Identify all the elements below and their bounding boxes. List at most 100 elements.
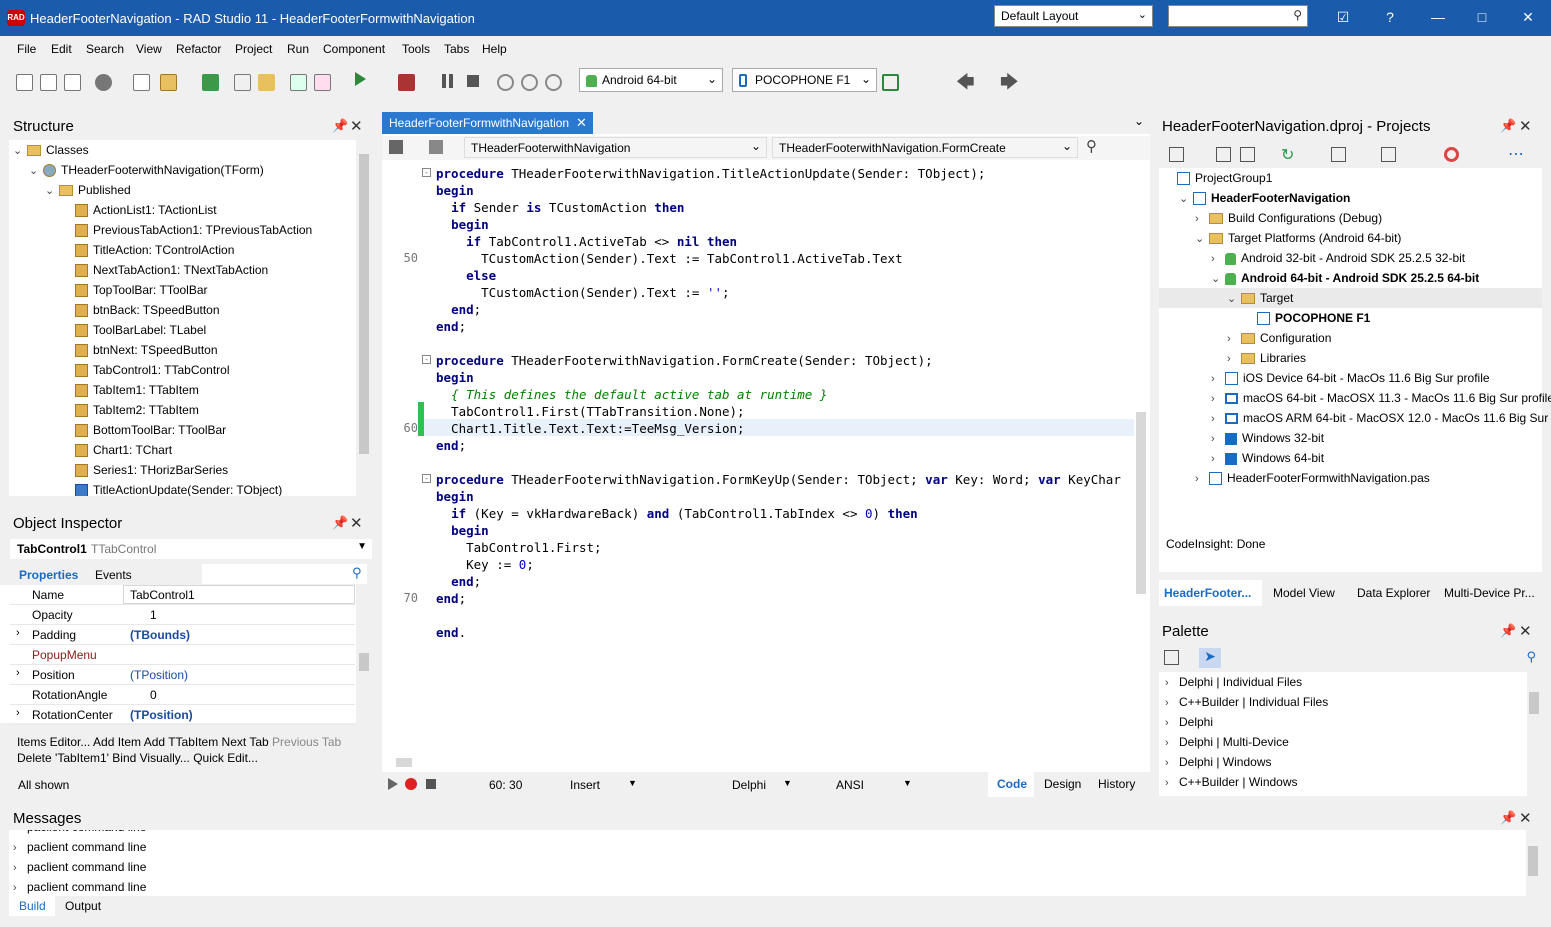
- categories-icon[interactable]: [1164, 650, 1179, 665]
- code-line[interactable]: procedure THeaderFooterwithNavigation.Ti…: [436, 165, 985, 182]
- scrollbar[interactable]: [356, 140, 372, 496]
- property-value[interactable]: (TPosition): [130, 708, 193, 722]
- code-line[interactable]: begin: [436, 216, 489, 233]
- project-tree-item[interactable]: › iOS Device 64-bit - MacOs 11.6 Big Sur …: [1211, 368, 1490, 388]
- pointer-icon[interactable]: ➤: [1199, 648, 1221, 668]
- menu-tabs[interactable]: Tabs: [444, 42, 469, 56]
- chevron-right-icon[interactable]: ›: [1211, 249, 1225, 269]
- code-line[interactable]: TabControl1.First;: [436, 539, 601, 556]
- scrollbar-thumb[interactable]: [1136, 412, 1146, 594]
- stop-macro-icon[interactable]: [426, 779, 436, 789]
- refresh-icon[interactable]: ↻: [1281, 145, 1294, 165]
- menu-file[interactable]: File: [17, 42, 36, 56]
- chevron-right-icon[interactable]: ›: [1227, 329, 1241, 349]
- scrollbar-thumb[interactable]: [359, 154, 369, 454]
- project-tree-item[interactable]: › Windows 32-bit: [1211, 428, 1324, 448]
- message-row[interactable]: ›paclient command line: [13, 830, 146, 837]
- fold-icon[interactable]: -: [422, 355, 431, 364]
- new-items-icon[interactable]: [16, 74, 33, 91]
- save-all-icon[interactable]: [234, 74, 251, 91]
- minimize-button[interactable]: —: [1428, 8, 1448, 28]
- run-until-return-icon[interactable]: [545, 74, 562, 91]
- property-row[interactable]: Name TabControl1: [10, 585, 355, 605]
- pin-icon[interactable]: 📌: [1500, 623, 1516, 639]
- chevron-down-icon[interactable]: ⌄: [1195, 229, 1209, 249]
- tree-item[interactable]: TopToolBar: TToolBar: [61, 280, 208, 300]
- editor-vscrollbar[interactable]: [1134, 164, 1148, 754]
- chevron-right-icon[interactable]: ›: [1165, 773, 1179, 793]
- project-tree-item[interactable]: POCOPHONE F1: [1243, 308, 1370, 328]
- code-line[interactable]: TCustomAction(Sender).Text := '';: [436, 284, 729, 301]
- tree-item[interactable]: Series1: THorizBarSeries: [61, 460, 228, 480]
- menu-component[interactable]: Component: [323, 42, 385, 56]
- chevron-down-icon[interactable]: ⌄: [45, 181, 59, 201]
- tab-headerfooter[interactable]: HeaderFooter...: [1159, 580, 1262, 606]
- tree-item[interactable]: TitleAction: TControlAction: [61, 240, 234, 260]
- chevron-down-icon[interactable]: ▼: [783, 778, 792, 788]
- options-icon[interactable]: [1381, 147, 1396, 162]
- palette-search-input[interactable]: ⚲: [1355, 648, 1540, 669]
- property-row[interactable]: › RotationCenter (TPosition): [10, 705, 355, 725]
- tab-design[interactable]: Design: [1044, 777, 1081, 791]
- property-grid[interactable]: Name TabControl1 Opacity 1 › Padding (TBounds)…: [0, 585, 360, 725]
- build-icon[interactable]: [1444, 147, 1459, 162]
- forward-arrow-icon[interactable]: 🡆: [1000, 70, 1019, 100]
- menu-search[interactable]: Search: [86, 42, 124, 56]
- refresh-devices-icon[interactable]: [882, 74, 899, 91]
- chevron-right-icon[interactable]: ›: [1195, 469, 1209, 489]
- messages-list[interactable]: › paclient command line › paclient command …: [9, 830, 1526, 896]
- property-row[interactable]: Opacity 1: [10, 605, 355, 625]
- open-project-icon[interactable]: [40, 74, 57, 91]
- projects-tree[interactable]: ProjectGroup1 ⌄ HeaderFooterNavigation › Bui…: [1159, 168, 1551, 530]
- tree-item[interactable]: btnBack: TSpeedButton: [61, 300, 220, 320]
- code-line[interactable]: procedure THeaderFooterwithNavigation.Fo…: [436, 471, 1132, 488]
- project-tree-item[interactable]: ⌄ Target: [1159, 288, 1542, 308]
- code-line[interactable]: procedure THeaderFooterwithNavigation.Fo…: [436, 352, 933, 369]
- message-row[interactable]: ›paclient command line: [13, 837, 146, 857]
- close-icon[interactable]: ✕: [1519, 117, 1532, 135]
- structure-tree[interactable]: ⌄ Classes ⌄ THeaderFooterwithNavigation(TFo…: [9, 140, 356, 496]
- open-icon[interactable]: [160, 74, 177, 91]
- chevron-right-icon[interactable]: ›: [13, 838, 27, 858]
- save-icon[interactable]: [202, 74, 219, 91]
- message-row[interactable]: ›paclient command line: [13, 857, 146, 877]
- message-row[interactable]: ›paclient command line: [13, 877, 146, 896]
- tab-history[interactable]: History: [1098, 777, 1135, 791]
- fold-icon[interactable]: -: [422, 168, 431, 177]
- remove-icon[interactable]: [95, 74, 112, 91]
- chevron-right-icon[interactable]: ›: [16, 667, 20, 679]
- tab-headerfooterformwithnavigation[interactable]: HeaderFooterFormwithNavigation ✕: [382, 112, 593, 134]
- editor-hscrollbar[interactable]: [382, 755, 1134, 769]
- method-combo[interactable]: THeaderFooterwithNavigation.FormCreate ⌄: [772, 137, 1078, 158]
- tree-item[interactable]: ActionList1: TActionList: [61, 200, 217, 220]
- tab-output[interactable]: Output: [65, 899, 101, 913]
- code-line[interactable]: else: [436, 267, 496, 284]
- project-tree-item[interactable]: › Android 32-bit - Android SDK 25.2.5 32-…: [1211, 248, 1465, 268]
- palette-category[interactable]: › C++Builder | Individual Files: [1165, 692, 1328, 712]
- chevron-right-icon[interactable]: ›: [1165, 693, 1179, 713]
- project-tree-item[interactable]: › HeaderFooterFormwithNavigation.pas: [1195, 468, 1430, 488]
- menu-tools[interactable]: Tools: [402, 42, 430, 56]
- trace-into-icon[interactable]: [521, 74, 538, 91]
- tree-item[interactable]: ⌄ Classes: [13, 140, 89, 160]
- close-icon[interactable]: ✕: [576, 115, 587, 131]
- encoding-selector[interactable]: ANSI: [836, 778, 864, 792]
- tab-properties[interactable]: Properties: [19, 568, 78, 582]
- pin-icon[interactable]: 📌: [1500, 118, 1516, 134]
- maximize-button[interactable]: □: [1472, 8, 1492, 28]
- inspector-action-links[interactable]: Items Editor... Add Item Add TTabItem Ne…: [17, 735, 269, 749]
- code-line[interactable]: end.: [436, 624, 466, 641]
- palette-list[interactable]: › Delphi | Individual Files › C++Builder | …: [1159, 672, 1527, 796]
- close-icon[interactable]: ✕: [1519, 622, 1532, 640]
- chevron-right-icon[interactable]: ›: [1211, 409, 1225, 429]
- property-row[interactable]: › Position (TPosition): [10, 665, 355, 685]
- code-line[interactable]: end;: [436, 318, 466, 335]
- code-line[interactable]: TabControl1.First(TTabTransition.None);: [436, 403, 745, 420]
- menu-view[interactable]: View: [136, 42, 162, 56]
- scrollbar-thumb[interactable]: [359, 653, 369, 671]
- new-project-icon[interactable]: [1169, 147, 1184, 162]
- code-line[interactable]: TCustomAction(Sender).Text := TabControl…: [436, 250, 902, 267]
- add-file-icon[interactable]: [290, 74, 307, 91]
- scrollbar-thumb[interactable]: [1529, 692, 1539, 714]
- open-folder-icon[interactable]: [258, 74, 275, 91]
